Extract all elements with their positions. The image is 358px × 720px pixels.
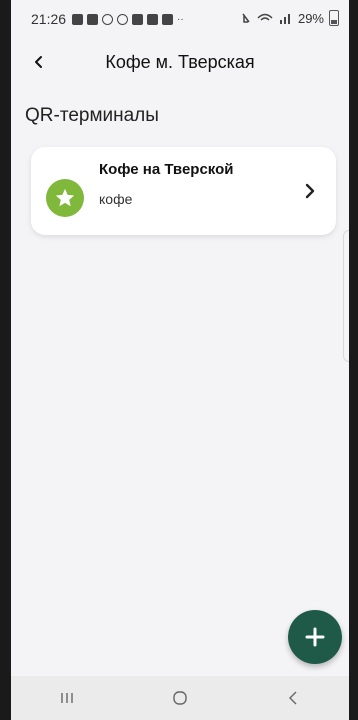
chevron-right-icon	[300, 180, 320, 202]
recent-apps-icon	[61, 693, 74, 703]
nav-back-button[interactable]	[273, 683, 313, 713]
star-icon	[55, 188, 75, 207]
app-bar: Кофе м. Тверская	[11, 40, 349, 86]
back-icon	[288, 691, 297, 705]
plus-icon	[305, 627, 325, 647]
signal-icon	[279, 14, 290, 24]
status-system-icons: 29%	[241, 10, 339, 26]
terminal-subtitle: кофе	[99, 191, 133, 207]
terminal-card[interactable]: Кофе на Тверской кофе	[31, 147, 336, 235]
photo-icon	[132, 13, 144, 25]
terminal-title: Кофе на Тверской	[99, 161, 234, 178]
battery-percent: 29%	[297, 10, 324, 26]
chat-icon	[147, 13, 159, 25]
recent-apps-button[interactable]	[47, 683, 87, 713]
battery-icon	[329, 10, 339, 26]
rss-icon	[117, 13, 129, 25]
mute-icon	[242, 13, 250, 23]
add-terminal-button[interactable]	[288, 610, 342, 664]
wifi-calling-icon	[102, 13, 114, 25]
home-icon	[173, 691, 187, 705]
home-button[interactable]	[160, 683, 200, 713]
game-icon	[87, 13, 99, 25]
volte-icon	[257, 13, 273, 21]
message-icon	[72, 13, 84, 25]
section-title: QR-терминалы	[25, 105, 159, 126]
system-nav-bar	[11, 676, 349, 720]
more-dots-icon: ··	[177, 13, 184, 25]
phone-screen: 21:26 ·· 29% Кофе м. Тверская QR-термина…	[11, 0, 349, 720]
status-bar: 21:26 ·· 29%	[11, 0, 349, 38]
status-notification-icons: ··	[72, 13, 189, 25]
page-title: Кофе м. Тверская	[105, 52, 255, 72]
scroll-edge	[343, 230, 349, 362]
terminal-avatar	[46, 179, 84, 217]
status-time: 21:26	[31, 11, 67, 27]
gallery-icon	[162, 13, 174, 25]
